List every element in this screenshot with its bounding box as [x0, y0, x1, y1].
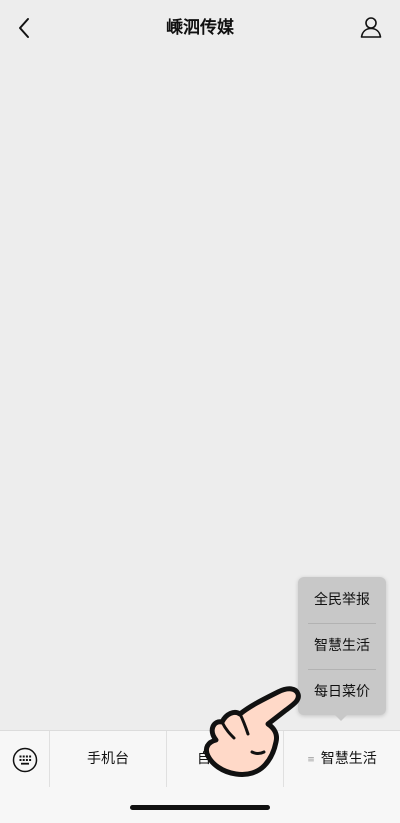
submenu-item-report[interactable]: 全民举报 [298, 577, 386, 623]
menu-item-mobile-tv[interactable]: 手机台 [50, 731, 167, 788]
keyboard-toggle-button[interactable] [0, 731, 50, 788]
home-indicator[interactable] [130, 805, 270, 810]
bottom-menu-bar: 手机台 自在嵊泗 ≡ 智慧生活 [0, 730, 400, 788]
page-title: 嵊泗传媒 [166, 18, 234, 38]
submenu-arrow [334, 714, 348, 721]
submenu-indicator-icon: ≡ [307, 755, 315, 765]
back-button[interactable] [10, 12, 38, 44]
nav-header: 嵊泗传媒 [0, 0, 400, 56]
menu-item-label: 智慧生活 [320, 751, 377, 767]
submenu-item-daily-prices[interactable]: 每日菜价 [298, 669, 386, 715]
home-bar-area [0, 787, 400, 823]
keyboard-icon [12, 747, 37, 772]
chevron-left-icon [19, 18, 29, 38]
menu-item-smart-life[interactable]: ≡ 智慧生活 [284, 731, 400, 788]
profile-button[interactable] [356, 12, 386, 42]
submenu-popup: 全民举报 智慧生活 每日菜价 [298, 577, 386, 715]
menu-item-shengsi[interactable]: 自在嵊泗 [167, 731, 284, 788]
submenu-item-smart-life[interactable]: 智慧生活 [298, 623, 386, 669]
person-icon [360, 17, 382, 38]
